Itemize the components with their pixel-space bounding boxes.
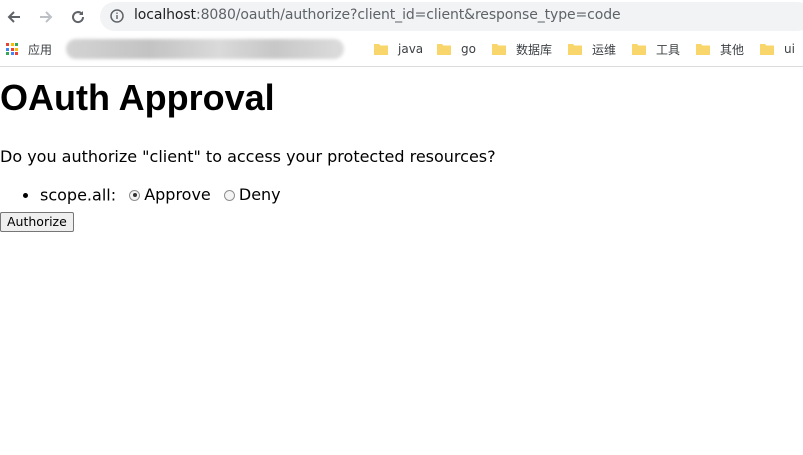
- authorization-question: Do you authorize "client" to access your…: [0, 147, 496, 166]
- authorize-button[interactable]: Authorize: [0, 212, 74, 232]
- bookmark-label: ui: [784, 42, 795, 56]
- url-path: :8080/oauth/authorize?client_id=client&r…: [195, 7, 621, 23]
- approve-radio[interactable]: [129, 189, 141, 201]
- deny-option[interactable]: Deny: [216, 185, 281, 205]
- bookmark-folder-go[interactable]: go: [437, 40, 476, 58]
- bookmark-label: java: [398, 42, 424, 56]
- bookmark-folder-database[interactable]: 数据库: [492, 40, 552, 58]
- bookmark-label: 运维: [592, 42, 617, 57]
- bookmark-label: 工具: [656, 42, 681, 57]
- bookmark-folder-java[interactable]: java: [374, 40, 423, 58]
- back-arrow-icon[interactable]: [2, 5, 26, 29]
- folder-icon: [632, 43, 646, 55]
- forward-arrow-icon[interactable]: [34, 5, 58, 29]
- scope-item: scope.all: Approve Deny: [40, 185, 803, 206]
- browser-toolbar: localhost:8080/oauth/authorize?client_id…: [0, 0, 803, 33]
- address-bar[interactable]: localhost:8080/oauth/authorize?client_id…: [100, 2, 803, 31]
- url-text[interactable]: localhost:8080/oauth/authorize?client_id…: [134, 7, 621, 23]
- folder-icon: [437, 43, 451, 55]
- page-title: OAuth Approval: [0, 77, 275, 118]
- reload-icon[interactable]: [66, 5, 90, 29]
- bookmark-label: 数据库: [516, 42, 553, 57]
- bookmark-folder-tools[interactable]: 工具: [632, 40, 680, 58]
- folder-icon: [696, 43, 710, 55]
- bookmark-folder-other[interactable]: 其他: [696, 40, 744, 58]
- page-content: OAuth Approval Do you authorize "client"…: [0, 67, 803, 232]
- url-host: localhost: [134, 7, 196, 23]
- redacted-bookmarks: [66, 39, 344, 59]
- approve-option[interactable]: Approve: [121, 185, 211, 205]
- bookmark-label: 其他: [720, 42, 745, 57]
- bookmark-apps[interactable]: 应用: [6, 40, 52, 58]
- apps-grid-icon: [6, 43, 18, 55]
- folder-icon: [568, 43, 582, 55]
- scope-list: scope.all: Approve Deny: [0, 185, 803, 206]
- info-icon[interactable]: [110, 9, 124, 23]
- bookmarks-bar: 应用 java go 数据库 运维 工具 其他 ui: [0, 33, 803, 67]
- bookmark-label: go: [461, 42, 476, 56]
- scope-label: scope.all:: [40, 185, 117, 205]
- folder-icon: [374, 43, 388, 55]
- bookmark-folder-ops[interactable]: 运维: [568, 40, 616, 58]
- folder-icon: [760, 43, 774, 55]
- approve-label[interactable]: Approve: [144, 185, 211, 205]
- bookmark-apps-label: 应用: [28, 42, 53, 57]
- deny-radio[interactable]: [223, 189, 235, 201]
- folder-icon: [492, 43, 506, 55]
- deny-label[interactable]: Deny: [239, 185, 281, 205]
- bookmark-folder-ui[interactable]: ui: [760, 40, 795, 58]
